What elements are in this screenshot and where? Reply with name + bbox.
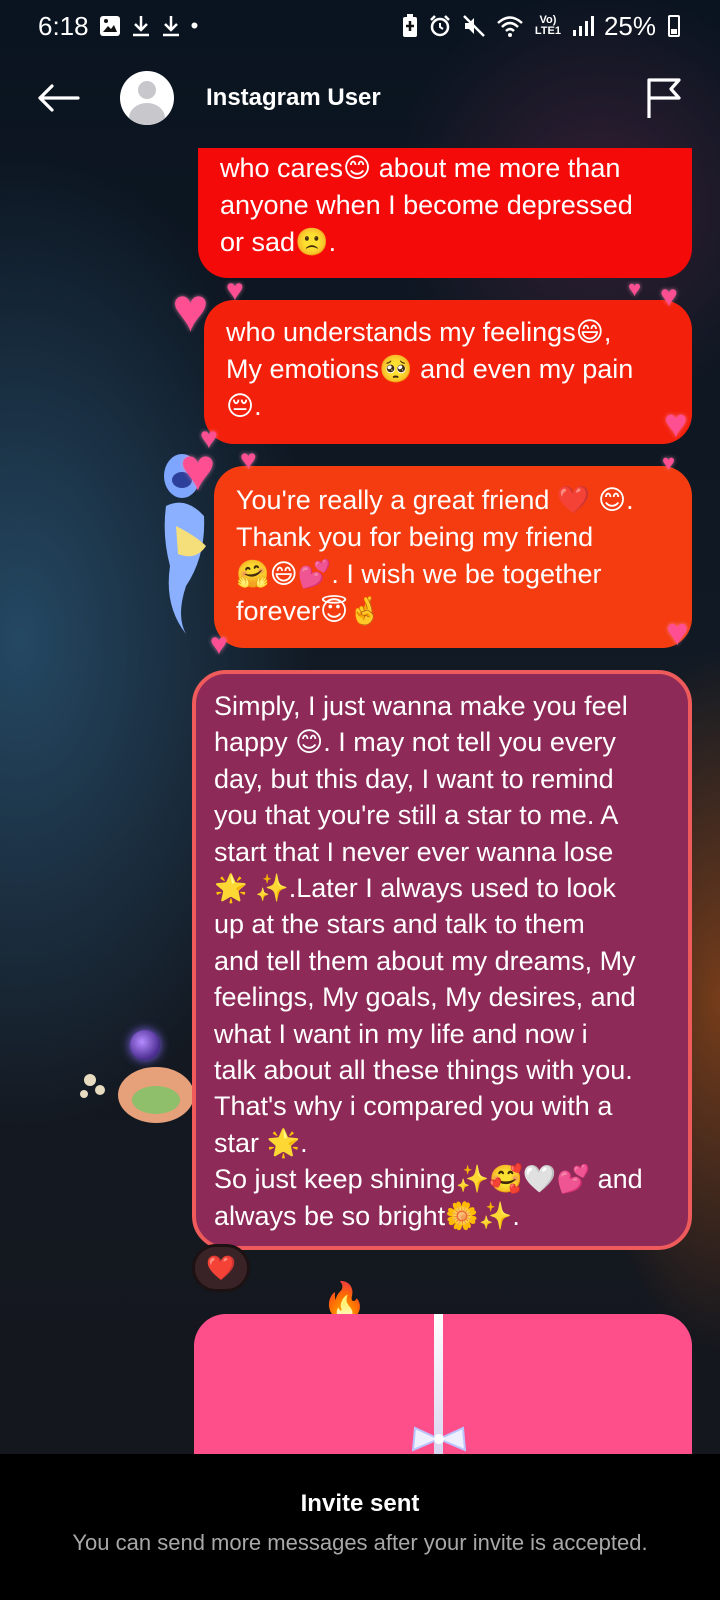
- heart-icon: ♥: [662, 450, 676, 475]
- heart-icon: ♥: [210, 628, 228, 661]
- battery-percent: 25%: [603, 10, 656, 41]
- status-left: 6:18 •: [38, 11, 198, 42]
- heart-icon: ♥: [172, 276, 209, 345]
- flag-icon: [647, 78, 681, 118]
- status-right: Vo) LTE1 25%: [402, 11, 680, 42]
- reaction-badge[interactable]: ❤️: [192, 1244, 250, 1292]
- heart-reaction-icon: ❤️: [206, 1254, 236, 1282]
- image-icon: [99, 16, 120, 36]
- invite-sent-title: Invite sent: [300, 1490, 420, 1517]
- battery-saver-icon: [402, 14, 417, 37]
- back-button[interactable]: [28, 68, 88, 128]
- heart-icon: ♥: [240, 444, 257, 475]
- bow-icon: [411, 1426, 467, 1452]
- invite-footer: Invite sent You can send more messages a…: [0, 1454, 720, 1600]
- message-bubble[interactable]: who cares😊 about me more than anyone whe…: [198, 148, 692, 278]
- wifi-icon: [497, 16, 523, 37]
- download-icon: [162, 16, 179, 37]
- message-bubble[interactable]: You're really a great friend ❤️ 😊. Thank…: [214, 466, 692, 648]
- chat-title[interactable]: Instagram User: [206, 84, 381, 112]
- message-bubble[interactable]: who understands my feelings😄, My emotion…: [204, 300, 692, 444]
- invite-sent-subtitle: You can send more messages after your in…: [72, 1530, 648, 1555]
- chat-header: Instagram User: [0, 52, 720, 144]
- heart-icon: ♥: [664, 402, 688, 446]
- status-time: 6:18: [38, 10, 89, 41]
- mute-icon: [463, 15, 485, 37]
- signal-icon: [572, 16, 594, 36]
- avatar[interactable]: [120, 71, 174, 125]
- avatar-head: [138, 81, 156, 99]
- alarm-icon: [430, 15, 450, 37]
- back-arrow-icon: [38, 84, 80, 112]
- status-bar: 6:18 • Vo) LTE1 25%: [0, 0, 720, 52]
- heart-icon: ♥: [628, 276, 642, 301]
- report-button[interactable]: [636, 70, 692, 126]
- heart-icon: ♥: [666, 612, 689, 654]
- creature-sticker-icon: [80, 1067, 194, 1123]
- heart-icon: ♥: [660, 280, 678, 313]
- dot-icon: •: [190, 13, 199, 38]
- heart-icon: ♥: [226, 274, 244, 307]
- heart-icon: ♥: [180, 436, 216, 503]
- battery-icon: [668, 15, 680, 37]
- message-bubble[interactable]: Simply, I just wanna make you feel happy…: [192, 670, 692, 1250]
- avatar-body: [129, 103, 165, 125]
- download-icon: [132, 16, 149, 37]
- volte-icon: Vo) LTE1: [534, 14, 561, 37]
